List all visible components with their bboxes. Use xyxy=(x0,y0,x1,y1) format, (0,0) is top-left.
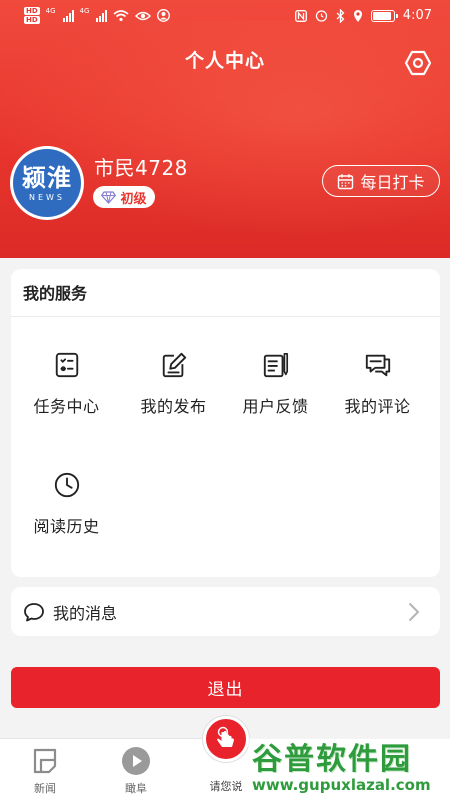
hd-badge: HD xyxy=(24,16,40,24)
watermark-url: www.gupuxlazal.com xyxy=(252,776,431,794)
my-messages-row[interactable]: 我的消息 xyxy=(11,587,440,636)
avatar[interactable]: 颍淮 NEWS xyxy=(10,146,84,220)
network-type-label: 4G xyxy=(45,7,56,15)
level-badge: 初级 xyxy=(93,186,155,208)
site-watermark: 谷普软件园 www.gupuxlazal.com xyxy=(248,738,450,800)
avatar-logo: 颍淮 NEWS xyxy=(13,149,81,217)
level-label: 初级 xyxy=(120,191,147,207)
hand-tap-icon xyxy=(217,726,234,747)
services-card: 我的服务 任务中心 我的发布 用户反馈 我的评论 阅读历史 xyxy=(11,269,440,577)
services-grid: 任务中心 我的发布 用户反馈 我的评论 阅读历史 xyxy=(11,317,440,577)
profile-header: HD HD 4G 4G 4:07 个人中心 颍淮 NEWS 市民4728 初级 … xyxy=(0,0,450,258)
service-my-posts[interactable]: 我的发布 xyxy=(120,317,227,417)
service-label: 我的发布 xyxy=(140,397,207,416)
eye-icon xyxy=(135,11,152,20)
alarm-icon xyxy=(315,10,327,22)
status-bar-left: HD HD 4G 4G xyxy=(24,7,171,24)
service-label: 我的评论 xyxy=(344,397,411,416)
diamond-icon xyxy=(101,190,117,204)
watermark-text: 谷普软件园 xyxy=(252,742,412,777)
network-type-label: 4G xyxy=(79,7,90,15)
tab-speak-fab[interactable] xyxy=(203,716,249,762)
battery-icon xyxy=(370,9,398,22)
daily-checkin-button[interactable]: 每日打卡 xyxy=(322,165,440,197)
avatar-logo-subtext: NEWS xyxy=(28,192,66,202)
my-messages-label: 我的消息 xyxy=(53,603,118,623)
service-label: 阅读历史 xyxy=(33,517,100,536)
service-user-feedback[interactable]: 用户反馈 xyxy=(222,317,329,417)
hd-badge: HD xyxy=(24,7,40,15)
nfc-icon xyxy=(294,9,307,22)
service-reading-history[interactable]: 阅读历史 xyxy=(13,437,120,537)
bluetooth-icon xyxy=(336,8,345,23)
signal-icon xyxy=(96,9,108,22)
service-label: 用户反馈 xyxy=(242,397,309,416)
service-task-center[interactable]: 任务中心 xyxy=(13,317,120,417)
edit-note-icon xyxy=(162,352,186,378)
settings-hexagon-icon xyxy=(404,50,432,76)
status-bar-right: 4:07 xyxy=(294,8,432,23)
play-icon xyxy=(122,747,150,775)
comment-icon xyxy=(365,354,390,377)
tab-news[interactable]: 新闻 xyxy=(0,739,90,800)
location-icon xyxy=(353,9,362,22)
news-icon xyxy=(33,748,57,774)
feedback-doc-icon xyxy=(263,352,288,378)
task-list-icon xyxy=(55,352,78,378)
message-bubble-icon xyxy=(24,602,44,621)
avatar-logo-text: 颍淮 xyxy=(22,163,72,192)
status-bar: HD HD 4G 4G 4:07 xyxy=(0,0,450,34)
tab-label: 瞰阜 xyxy=(125,782,147,795)
signal-icon xyxy=(62,9,74,22)
logout-button[interactable]: 退出 xyxy=(11,667,440,708)
clock-icon xyxy=(54,472,79,498)
tab-label: 新闻 xyxy=(34,782,56,795)
services-title: 我的服务 xyxy=(11,269,440,317)
tab-kanfu[interactable]: 瞰阜 xyxy=(91,739,181,800)
chevron-right-icon xyxy=(409,603,419,621)
battery-level xyxy=(372,11,391,20)
username: 市民4728 xyxy=(94,156,188,180)
page-title: 个人中心 xyxy=(184,50,265,72)
service-my-comments[interactable]: 我的评论 xyxy=(324,317,431,417)
calendar-icon xyxy=(338,173,354,189)
clock-time: 4:07 xyxy=(402,8,432,23)
settings-button[interactable] xyxy=(404,49,432,77)
account-icon xyxy=(157,9,171,22)
tab-speak-label: 请您说 xyxy=(209,780,243,793)
wifi-icon xyxy=(113,9,129,21)
service-label: 任务中心 xyxy=(33,397,100,416)
daily-checkin-label: 每日打卡 xyxy=(360,173,425,192)
hd-indicators: HD HD xyxy=(24,7,40,24)
